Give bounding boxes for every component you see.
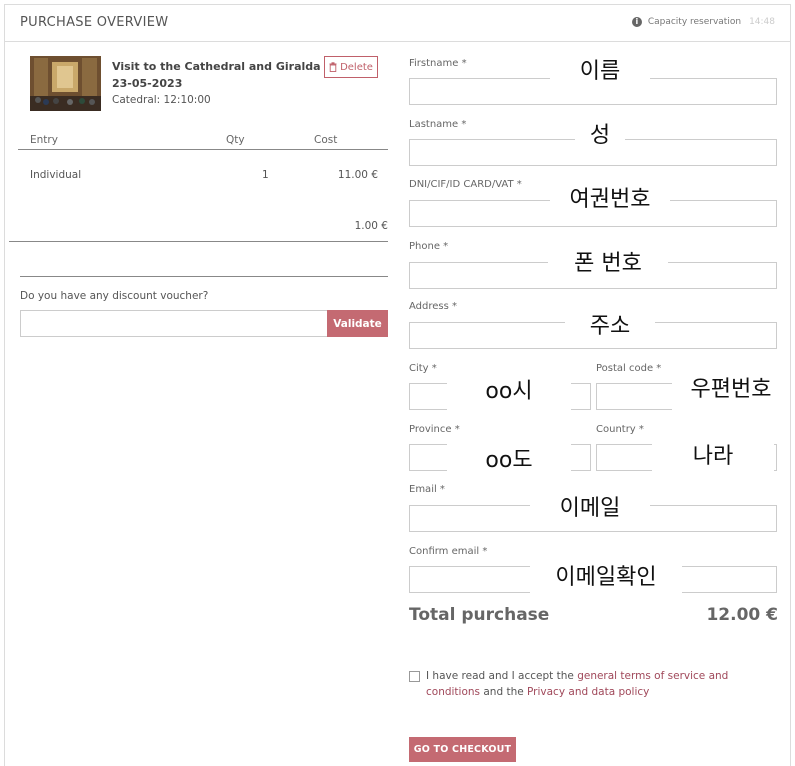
confirm-email-label: Confirm email * [409, 546, 488, 557]
lastname-annotation: 성 [575, 116, 625, 156]
row-entry-name: Individual [30, 169, 82, 181]
delete-button[interactable]: Delete [324, 56, 378, 78]
city-label: City * [409, 363, 437, 374]
province-annotation: oo도 [447, 441, 571, 481]
reservation-timer: 14:48 [749, 17, 775, 27]
address-annotation: 주소 [565, 307, 655, 347]
email-annotation: 이메일 [530, 489, 650, 529]
country-label: Country * [596, 424, 644, 435]
postal-code-annotation: 우편번호 [672, 370, 790, 410]
event-place-time: Catedral: 12:10:00 [112, 94, 211, 106]
header-bar: PURCHASE OVERVIEW i Capacity reservation… [4, 4, 791, 42]
divider [20, 276, 388, 277]
phone-label: Phone * [409, 241, 449, 252]
capacity-reservation: i Capacity reservation 14:48 [631, 17, 775, 27]
accept-terms-checkbox[interactable] [409, 671, 420, 682]
firstname-label: Firstname * [409, 58, 467, 69]
email-label: Email * [409, 484, 445, 495]
voucher-label: Do you have any discount voucher? [20, 290, 209, 302]
event-title: Visit to the Cathedral and Giralda [112, 60, 321, 73]
page-title: PURCHASE OVERVIEW [20, 15, 169, 30]
event-date: 23-05-2023 [112, 77, 183, 90]
trash-icon [329, 62, 337, 72]
terms-prefix: I have read and I accept the [426, 670, 578, 682]
dni-annotation: 여권번호 [550, 180, 670, 220]
total-purchase-label: Total purchase [409, 605, 550, 625]
total-purchase-value: 12.00 € [706, 605, 778, 625]
firstname-annotation: 이름 [550, 52, 650, 92]
terms-middle: and the [480, 686, 528, 698]
province-label: Province * [409, 424, 460, 435]
country-annotation: 나라 [652, 437, 774, 477]
info-icon: i [631, 17, 642, 27]
confirm-email-annotation: 이메일확인 [530, 558, 682, 598]
privacy-policy-link[interactable]: Privacy and data policy [527, 686, 649, 698]
entries-table-header: Entry Qty Cost [18, 134, 388, 150]
divider [9, 241, 388, 242]
terms-text: I have read and I accept the general ter… [426, 668, 746, 700]
fee-amount: 1.00 € [354, 220, 388, 232]
phone-annotation: 폰 번호 [548, 244, 668, 284]
voucher-input[interactable] [20, 310, 328, 337]
row-quantity: 1 [262, 169, 269, 181]
dni-label: DNI/CIF/ID CARD/VAT * [409, 179, 522, 190]
row-cost: 11.00 € [337, 169, 378, 181]
event-thumbnail [30, 56, 101, 111]
column-qty: Qty [226, 134, 245, 146]
lastname-label: Lastname * [409, 119, 467, 130]
column-cost: Cost [314, 134, 338, 146]
delete-label: Delete [340, 61, 373, 73]
column-entry: Entry [30, 134, 58, 146]
city-annotation: oo시 [447, 372, 571, 412]
postal-code-label: Postal code * [596, 363, 662, 374]
go-to-checkout-button[interactable]: GO TO CHECKOUT [409, 737, 516, 762]
address-label: Address * [409, 301, 458, 312]
capacity-label: Capacity reservation [647, 17, 742, 27]
validate-button[interactable]: Validate [327, 310, 388, 337]
